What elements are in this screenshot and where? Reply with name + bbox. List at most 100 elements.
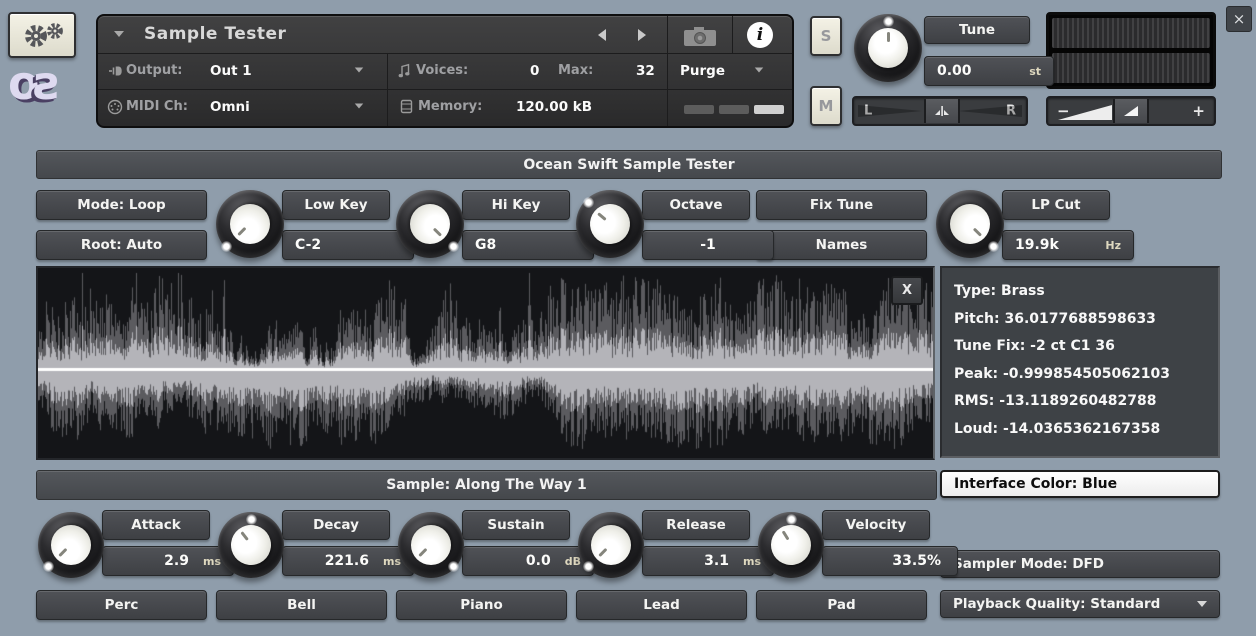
pan-slider[interactable]: L R: [852, 96, 1028, 126]
sample-info-panel: Type: Brass Pitch: 36.0177688598633 Tune…: [940, 266, 1220, 458]
ocean-swift-logo: os: [8, 60, 59, 106]
waveform-close-label: X: [902, 283, 912, 298]
solo-label: S: [821, 27, 832, 45]
tune-value-plate: 0.00 st: [924, 56, 1054, 86]
knob-tick: [887, 32, 890, 42]
attack-value: 2.9: [164, 553, 189, 569]
info-peak: Peak: -0.999854505062103: [954, 361, 1206, 389]
instrument-title-text: Ocean Swift Sample Tester: [523, 157, 734, 173]
divider: [732, 16, 733, 53]
interface-color-label: Interface Color: Blue: [954, 476, 1117, 492]
decay-knob[interactable]: [218, 512, 284, 578]
fix-tune-button[interactable]: Fix Tune: [756, 190, 927, 220]
fix-tune-label: Fix Tune: [810, 197, 873, 213]
close-icon: ×: [1233, 10, 1246, 28]
decay-value: 221.6: [325, 553, 369, 569]
mute-button[interactable]: M: [810, 86, 842, 126]
meter-right: [1052, 53, 1210, 83]
release-label-plate: Release: [642, 510, 750, 540]
snapshot-camera-icon[interactable]: [682, 24, 718, 48]
knob-cap: [868, 28, 908, 68]
sample-name-text: Sample: Along The Way 1: [386, 477, 587, 493]
voices-value: 0: [530, 63, 539, 79]
knob-highlight: [786, 514, 797, 525]
info-icon[interactable]: i: [747, 22, 773, 48]
settings-gears-button[interactable]: [8, 12, 76, 58]
playback-quality-button[interactable]: Playback Quality: Standard: [940, 590, 1220, 618]
divider: [98, 89, 792, 90]
instrument-collapse-icon[interactable]: [114, 31, 124, 37]
release-label: Release: [666, 517, 726, 533]
waveform-canvas: [38, 268, 933, 458]
prev-instrument-icon[interactable]: [598, 29, 606, 41]
purge-dropdown-icon[interactable]: [755, 67, 764, 72]
sampler-mode-button[interactable]: Sampler Mode: DFD: [940, 550, 1220, 578]
octave-knob[interactable]: [576, 190, 644, 258]
root-button[interactable]: Root: Auto: [36, 230, 207, 260]
sustain-value-plate: 0.0 dB: [462, 546, 594, 576]
hi-key-label-plate: Hi Key: [462, 190, 570, 220]
knob-highlight: [883, 16, 894, 27]
knob-highlight: [583, 197, 594, 208]
lp-cut-unit: Hz: [1105, 239, 1121, 252]
mode-button-label: Mode: Loop: [77, 197, 165, 213]
hi-key-knob[interactable]: [396, 190, 464, 258]
purge-button[interactable]: Purge: [680, 63, 725, 79]
names-button[interactable]: Names: [756, 230, 927, 260]
output-value[interactable]: Out 1: [210, 63, 252, 79]
low-key-knob[interactable]: [216, 190, 284, 258]
next-instrument-icon[interactable]: [638, 29, 646, 41]
lp-cut-knob[interactable]: [936, 190, 1004, 258]
knob-tick: [781, 531, 789, 541]
sustain-label-plate: Sustain: [462, 510, 570, 540]
sustain-label: Sustain: [487, 517, 544, 533]
sample-name-bar[interactable]: Sample: Along The Way 1: [36, 470, 937, 500]
info-loud: Loud: -14.0365362167358: [954, 416, 1206, 444]
preset-pad-button[interactable]: Pad: [756, 590, 927, 620]
sustain-knob[interactable]: [398, 512, 464, 578]
pan-center-icon: [934, 105, 950, 117]
solo-button[interactable]: S: [810, 16, 842, 56]
preset-perc-button[interactable]: Perc: [36, 590, 207, 620]
tune-knob[interactable]: [854, 14, 922, 82]
volume-handle-icon: [1121, 104, 1141, 118]
close-window-button[interactable]: ×: [1226, 6, 1252, 32]
preset-bell-button[interactable]: Bell: [216, 590, 387, 620]
attack-label: Attack: [131, 517, 180, 533]
preset-piano-label: Piano: [460, 597, 503, 613]
divider: [387, 53, 388, 126]
knob-highlight: [448, 241, 459, 252]
octave-label-plate: Octave: [642, 190, 750, 220]
volume-handle[interactable]: [1113, 99, 1149, 123]
velocity-value-plate: 33.5%: [822, 546, 958, 576]
lp-cut-label: LP Cut: [1031, 197, 1080, 213]
velocity-knob[interactable]: [758, 512, 824, 578]
attack-knob[interactable]: [38, 512, 104, 578]
release-knob[interactable]: [578, 512, 644, 578]
memory-value: 120.00 kB: [516, 99, 592, 115]
waveform-close-button[interactable]: X: [891, 276, 923, 305]
mode-button[interactable]: Mode: Loop: [36, 190, 207, 220]
interface-color-button[interactable]: Interface Color: Blue: [940, 470, 1220, 498]
volume-slider[interactable]: − +: [1046, 96, 1216, 126]
knob-tick: [597, 213, 607, 222]
midi-dropdown-icon[interactable]: [355, 103, 364, 108]
release-value: 3.1: [704, 553, 729, 569]
output-dropdown-icon[interactable]: [355, 67, 364, 72]
attack-unit: ms: [203, 555, 221, 568]
midi-din-icon: [107, 99, 123, 115]
preset-lead-button[interactable]: Lead: [576, 590, 747, 620]
meter-left: [1052, 18, 1210, 48]
gears-icon: [17, 20, 67, 50]
attack-label-plate: Attack: [102, 510, 210, 540]
release-unit: ms: [743, 555, 761, 568]
sustain-value: 0.0: [526, 553, 551, 569]
logo-letter-o: o: [8, 56, 36, 110]
decay-value-plate: 221.6 ms: [282, 546, 414, 576]
preset-piano-button[interactable]: Piano: [396, 590, 567, 620]
midi-ch-value[interactable]: Omni: [210, 99, 250, 115]
pan-handle[interactable]: [924, 99, 960, 123]
preset-perc-label: Perc: [105, 597, 139, 613]
max-value[interactable]: 32: [636, 63, 655, 79]
sampler-mode-label: Sampler Mode: DFD: [953, 556, 1104, 572]
